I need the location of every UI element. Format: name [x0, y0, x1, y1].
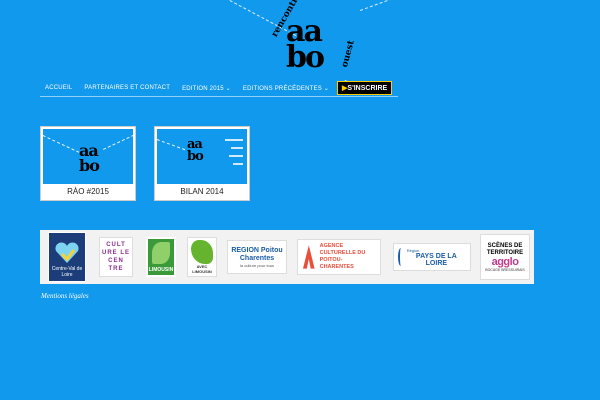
legal-notice-link[interactable]: Mentions légales [41, 292, 89, 300]
partner-pays-de-la-loire[interactable]: Région PAYS DE LA LOIRE [392, 232, 472, 282]
partner-name: AGENCE CULTURELLE DU POITOU-CHARENTES [319, 243, 366, 270]
partner-avec-limousin[interactable]: AVEC LIMOUSIN [186, 232, 218, 282]
partner-name: AVEC LIMOUSIN [192, 264, 212, 274]
partner-centre-val-de-loire[interactable]: Centre-Val de Loire [46, 232, 88, 282]
partner-name: PAYS DE LA LOIRE [415, 252, 457, 267]
thumbnail-logo: aa bo [187, 137, 204, 164]
leaf-logo-icon [152, 242, 170, 264]
register-button-label: S'INSCRIRE [347, 85, 388, 92]
card-caption: RÀO #2015 [67, 187, 109, 196]
partner-culture-le-centre[interactable]: CULT URE LE CEN TRE [98, 232, 134, 282]
card-rao-2015[interactable]: aa bo RÀO #2015 [40, 126, 136, 201]
partner-brand: agglo [491, 255, 519, 268]
partner-name: SCÈNES DE TERRITOIRE [486, 242, 524, 256]
decorative-dashed-line [157, 139, 186, 151]
card-bilan-2014[interactable]: aa bo BILAN 2014 [154, 126, 250, 201]
partner-logos-strip: Centre-Val de Loire CULT URE LE CEN TRE … [40, 230, 534, 284]
partner-tagline: la culture pour tous [239, 262, 275, 268]
region-map-logo-icon [191, 240, 213, 264]
register-button[interactable]: ▶S'INSCRIRE [337, 81, 393, 95]
nav-item-partenaires[interactable]: Partenaires et contact [78, 85, 176, 91]
agence-logo-icon [302, 245, 315, 269]
partner-name: Centre-Val de Loire [51, 266, 83, 278]
heart-logo-icon [55, 242, 79, 263]
nav-item-accueil[interactable]: Accueil [40, 85, 78, 91]
partner-name: LIMOUSIN [148, 267, 174, 273]
card-caption: BILAN 2014 [180, 187, 224, 196]
thumbnail-logo: aa bo [79, 141, 100, 175]
site-logo[interactable]: rencontres aa bo ouest [268, 0, 368, 88]
partner-name: REGION Poitou Charentes [231, 246, 283, 262]
partner-region-poitou-charentes[interactable]: REGION Poitou Charentes la culture pour … [226, 232, 288, 282]
nav-item-editions-precedentes[interactable]: Editions précédentes ⌄ [237, 85, 335, 92]
thumbnail-text-line [231, 147, 243, 149]
thumbnail-text-line [233, 163, 243, 165]
nav-item-edition-2015[interactable]: Edition 2015 ⌄ [176, 85, 237, 92]
partner-limousin[interactable]: LIMOUSIN [144, 232, 178, 282]
main-navigation: Accueil Partenaires et contact Edition 2… [40, 80, 398, 97]
logo-letters-bottom: bo [286, 40, 325, 75]
partner-tagline: BOCAGE BRESSUIRAIS [485, 267, 525, 272]
decorative-dashed-line [360, 0, 417, 11]
thumbnail-text-line [225, 139, 243, 141]
card-thumbnail: aa bo [157, 129, 247, 184]
partner-agence-culturelle[interactable]: AGENCE CULTURELLE DU POITOU-CHARENTES [296, 232, 382, 282]
card-thumbnail: aa bo [43, 129, 133, 184]
wave-logo-icon [398, 248, 404, 266]
logo-word-bottom: ouest [340, 39, 357, 69]
thumbnail-text-line [229, 155, 243, 157]
decorative-dashed-line [103, 134, 133, 150]
decorative-dashed-line [43, 135, 80, 153]
partner-name: CULT URE LE CEN TRE [102, 242, 131, 272]
partner-scenes-de-territoire[interactable]: SCÈNES DE TERRITOIRE agglo BOCAGE BRESSU… [480, 232, 530, 282]
